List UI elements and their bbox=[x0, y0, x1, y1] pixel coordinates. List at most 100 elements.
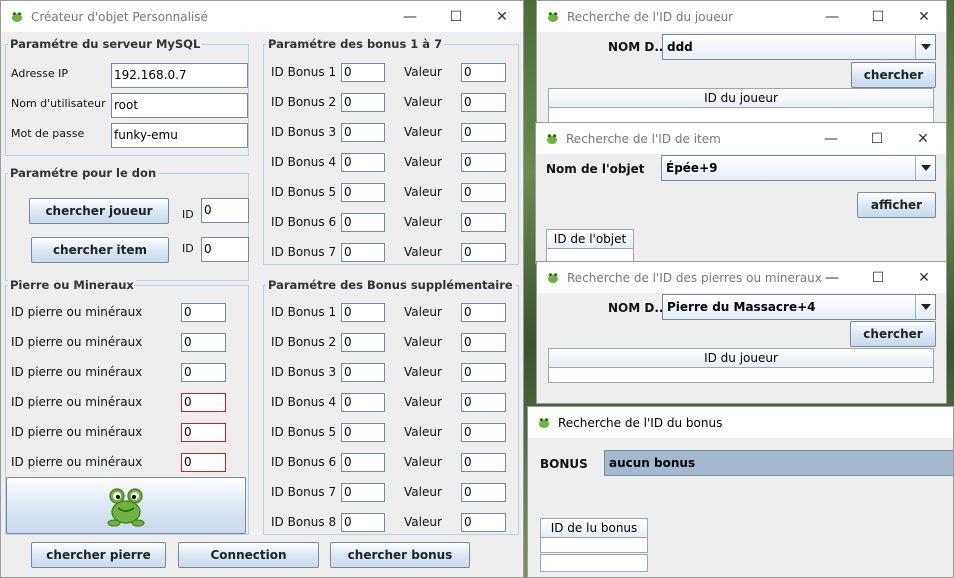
item-id-field[interactable]: 0 bbox=[201, 237, 249, 262]
bonus-value-field[interactable]: 0 bbox=[461, 213, 506, 232]
extra-bonus-value-field[interactable]: 0 bbox=[461, 333, 506, 352]
extra-bonus-id-field[interactable]: 0 bbox=[341, 303, 385, 322]
main-titlebar[interactable]: Créateur d'objet Personnalisé — ☐ ✕ bbox=[1, 1, 523, 32]
password-field[interactable]: funky-emu bbox=[111, 123, 248, 148]
item-search-window: Recherche de l'ID de item — ☐ ✕ Nom de l… bbox=[535, 122, 947, 264]
extra-bonus-id-field[interactable]: 0 bbox=[341, 333, 385, 352]
bonus-value-field[interactable]: 0 bbox=[461, 243, 506, 262]
search-stone-button[interactable]: chercher pierre bbox=[31, 542, 166, 568]
bonus-id-field[interactable]: 0 bbox=[341, 183, 385, 202]
stone-titlebar[interactable]: Recherche de l'ID des pierres ou minerau… bbox=[537, 262, 946, 293]
bonus-value-field[interactable]: 0 bbox=[461, 183, 506, 202]
player-name-label: NOM D... bbox=[608, 40, 668, 54]
extra-bonus-value-label: Valeur bbox=[404, 305, 442, 319]
minimize-button[interactable]: — bbox=[809, 262, 855, 293]
extra-bonus-id-field[interactable]: 0 bbox=[341, 363, 385, 382]
bonus-id-label: ID Bonus 5 bbox=[271, 185, 337, 199]
bonus-id-field[interactable]: 0 bbox=[341, 93, 385, 112]
extra-bonus-id-label: ID Bonus 5 bbox=[271, 425, 337, 439]
extra-bonus-value-label: Valeur bbox=[404, 395, 442, 409]
extra-bonus-value-field[interactable]: 0 bbox=[461, 483, 506, 502]
bonus-id-label: ID Bonus 4 bbox=[271, 155, 337, 169]
stone-label: ID pierre ou minéraux bbox=[11, 395, 143, 409]
item-id-label: ID bbox=[182, 242, 194, 255]
bonus-titlebar[interactable]: Recherche de l'ID du bonus bbox=[528, 407, 953, 438]
player-search-button[interactable]: chercher bbox=[851, 62, 936, 88]
item-show-button[interactable]: afficher bbox=[857, 192, 936, 218]
item-titlebar[interactable]: Recherche de l'ID de item — ☐ ✕ bbox=[536, 123, 946, 154]
player-id-field[interactable]: 0 bbox=[201, 198, 249, 223]
stone-id-field[interactable]: 0 bbox=[181, 303, 226, 322]
stones-group-title: Pierre ou Mineraux bbox=[8, 278, 136, 292]
stone-id-field[interactable]: 0 bbox=[181, 363, 226, 382]
connection-button[interactable]: Connection bbox=[178, 542, 319, 568]
extra-bonus-id-field[interactable]: 0 bbox=[341, 393, 385, 412]
bonus-id-field[interactable]: 0 bbox=[341, 213, 385, 232]
stone-id-field[interactable]: 0 bbox=[181, 393, 226, 412]
stone-id-field[interactable]: 0 bbox=[181, 333, 226, 352]
bonus-value-label: Valeur bbox=[404, 155, 442, 169]
search-player-button[interactable]: chercher joueur bbox=[29, 198, 169, 224]
item-id-column-header[interactable]: ID de l'objet bbox=[546, 229, 634, 249]
bonus-results-row[interactable] bbox=[540, 554, 648, 572]
stone-id-field[interactable]: 0 bbox=[181, 423, 226, 442]
bonus-1-7-group-title: Paramétre des bonus 1 à 7 bbox=[266, 37, 445, 51]
maximize-button[interactable]: ☐ bbox=[855, 262, 901, 293]
close-button[interactable]: ✕ bbox=[901, 1, 946, 32]
extra-bonus-value-field[interactable]: 0 bbox=[461, 303, 506, 322]
chevron-down-icon[interactable] bbox=[915, 295, 935, 319]
bonus-id-field[interactable]: 0 bbox=[341, 63, 385, 82]
bonus-value-field[interactable]: 0 bbox=[461, 63, 506, 82]
bonus-id-field[interactable]: 0 bbox=[341, 243, 385, 262]
close-button[interactable]: ✕ bbox=[901, 262, 946, 293]
extra-bonus-value-field[interactable]: 0 bbox=[461, 453, 506, 472]
extra-bonus-id-field[interactable]: 0 bbox=[341, 513, 385, 532]
extra-bonus-id-field[interactable]: 0 bbox=[341, 483, 385, 502]
extra-bonus-value-field[interactable]: 0 bbox=[461, 363, 506, 382]
bonus-id-label: ID Bonus 7 bbox=[271, 245, 337, 259]
bonus-id-field[interactable]: 0 bbox=[341, 153, 385, 172]
maximize-button[interactable]: ☐ bbox=[855, 1, 901, 32]
maximize-button[interactable]: ☐ bbox=[433, 1, 479, 32]
don-group-title: Paramétre pour le don bbox=[8, 166, 159, 180]
extra-bonus-id-field[interactable]: 0 bbox=[341, 453, 385, 472]
user-field[interactable]: root bbox=[111, 93, 248, 118]
search-item-button[interactable]: chercher item bbox=[31, 237, 169, 263]
minimize-button[interactable]: — bbox=[387, 1, 433, 32]
ip-field[interactable]: 192.168.0.7 bbox=[111, 63, 248, 88]
bonus-id-column-header[interactable]: ID de lu bonus bbox=[540, 518, 648, 538]
stone-results-table[interactable] bbox=[548, 367, 934, 383]
bonus-value-field[interactable]: 0 bbox=[461, 153, 506, 172]
stone-name-label: NOM D... bbox=[608, 301, 668, 315]
minimize-button[interactable]: — bbox=[809, 1, 855, 32]
chevron-down-icon[interactable] bbox=[915, 156, 935, 180]
maximize-button[interactable]: ☐ bbox=[854, 123, 900, 154]
extra-bonus-id-field[interactable]: 0 bbox=[341, 423, 385, 442]
bonus-id-label: ID Bonus 2 bbox=[271, 95, 337, 109]
stone-search-button[interactable]: chercher bbox=[850, 321, 936, 347]
minimize-button[interactable]: — bbox=[808, 123, 854, 154]
player-name-combo[interactable]: ddd bbox=[662, 34, 936, 60]
bonus-value-field[interactable]: 0 bbox=[461, 123, 506, 142]
player-id-column-header[interactable]: ID du joueur bbox=[548, 88, 934, 108]
bonus-id-field[interactable]: 0 bbox=[341, 123, 385, 142]
item-name-combo[interactable]: Épée+9 bbox=[661, 155, 936, 181]
chevron-down-icon[interactable] bbox=[915, 35, 935, 59]
extra-bonus-value-field[interactable]: 0 bbox=[461, 513, 506, 532]
extra-bonus-value-field[interactable]: 0 bbox=[461, 393, 506, 412]
stone-name-combo[interactable]: Pierre du Massacre+4 bbox=[662, 294, 936, 320]
close-button[interactable]: ✕ bbox=[900, 123, 946, 154]
close-button[interactable]: ✕ bbox=[479, 1, 523, 32]
bonus-value-field[interactable]: 0 bbox=[461, 93, 506, 112]
stone-id-field[interactable]: 0 bbox=[181, 453, 226, 472]
player-titlebar[interactable]: Recherche de l'ID du joueur — ☐ ✕ bbox=[537, 1, 946, 32]
stone-window-title: Recherche de l'ID des pierres ou minerau… bbox=[567, 270, 822, 285]
stone-id-column-header[interactable]: ID du joueur bbox=[548, 348, 934, 368]
search-bonus-button[interactable]: chercher bonus bbox=[330, 542, 470, 568]
mysql-group-title: Paramétre du serveur MySQL bbox=[8, 37, 203, 51]
bonus-extra-group-title: Paramétre des Bonus supplémentaire bbox=[266, 278, 515, 292]
bonus-results-table[interactable] bbox=[540, 537, 648, 553]
bonus-combo[interactable]: aucun bonus bbox=[604, 450, 953, 476]
frog-image-button[interactable] bbox=[6, 477, 246, 534]
extra-bonus-value-field[interactable]: 0 bbox=[461, 423, 506, 442]
